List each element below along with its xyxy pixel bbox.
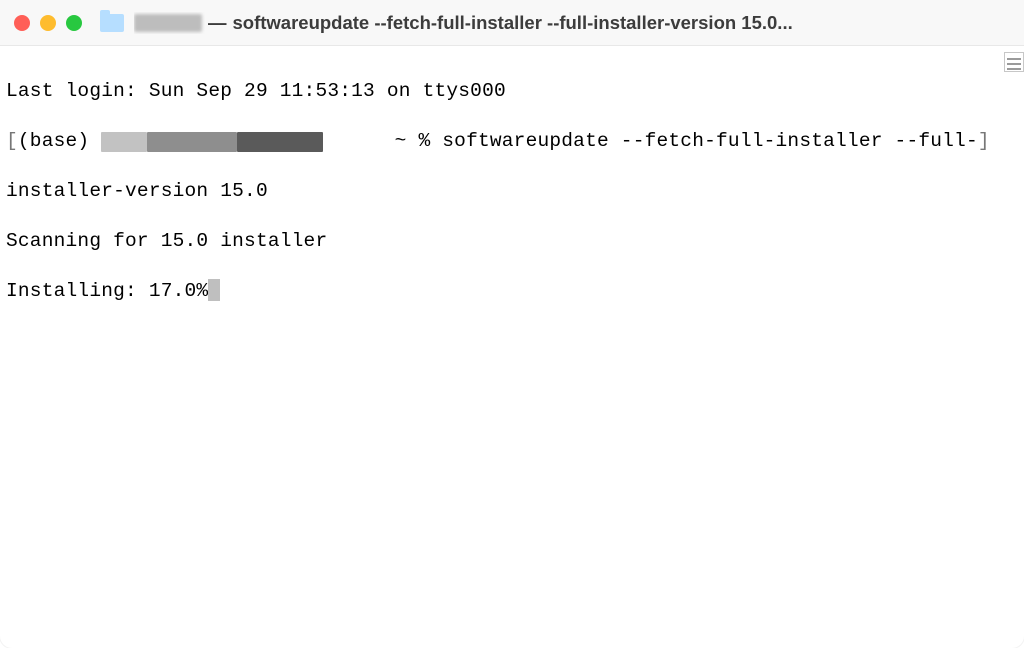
redacted-user [101,132,147,152]
redacted-host-1 [147,132,237,152]
command-part-2: installer-version 15.0 [6,179,1018,204]
terminal-cursor [208,279,220,301]
terminal-output[interactable]: Last login: Sun Sep 29 11:53:13 on ttys0… [0,46,1024,336]
close-window-button[interactable] [14,15,30,31]
maximize-window-button[interactable] [66,15,82,31]
install-percent: 17.0% [149,280,209,302]
folder-icon [100,14,124,32]
scrollbar-marker-icon[interactable] [1004,52,1024,72]
prompt-tail: ~ % [323,130,442,152]
window-titlebar: — softwareupdate --fetch-full-installer … [0,0,1024,46]
last-login-line: Last login: Sun Sep 29 11:53:13 on ttys0… [6,79,1018,104]
install-label: Installing: [6,280,149,302]
minimize-window-button[interactable] [40,15,56,31]
prompt-env: (base) [18,130,101,152]
prompt-line-1: [(base) ~ % softwareupdate --fetch-full-… [6,129,1018,154]
window-title: — softwareupdate --fetch-full-installer … [134,12,1010,34]
redacted-username [134,14,202,32]
command-part-1: softwareupdate --fetch-full-installer --… [442,130,978,152]
traffic-lights [14,15,82,31]
scan-line: Scanning for 15.0 installer [6,229,1018,254]
title-command: softwareupdate --fetch-full-installer --… [233,12,793,34]
redacted-host-2 [237,132,323,152]
title-separator: — [208,12,227,34]
install-progress-line: Installing: 17.0% [6,279,1018,304]
